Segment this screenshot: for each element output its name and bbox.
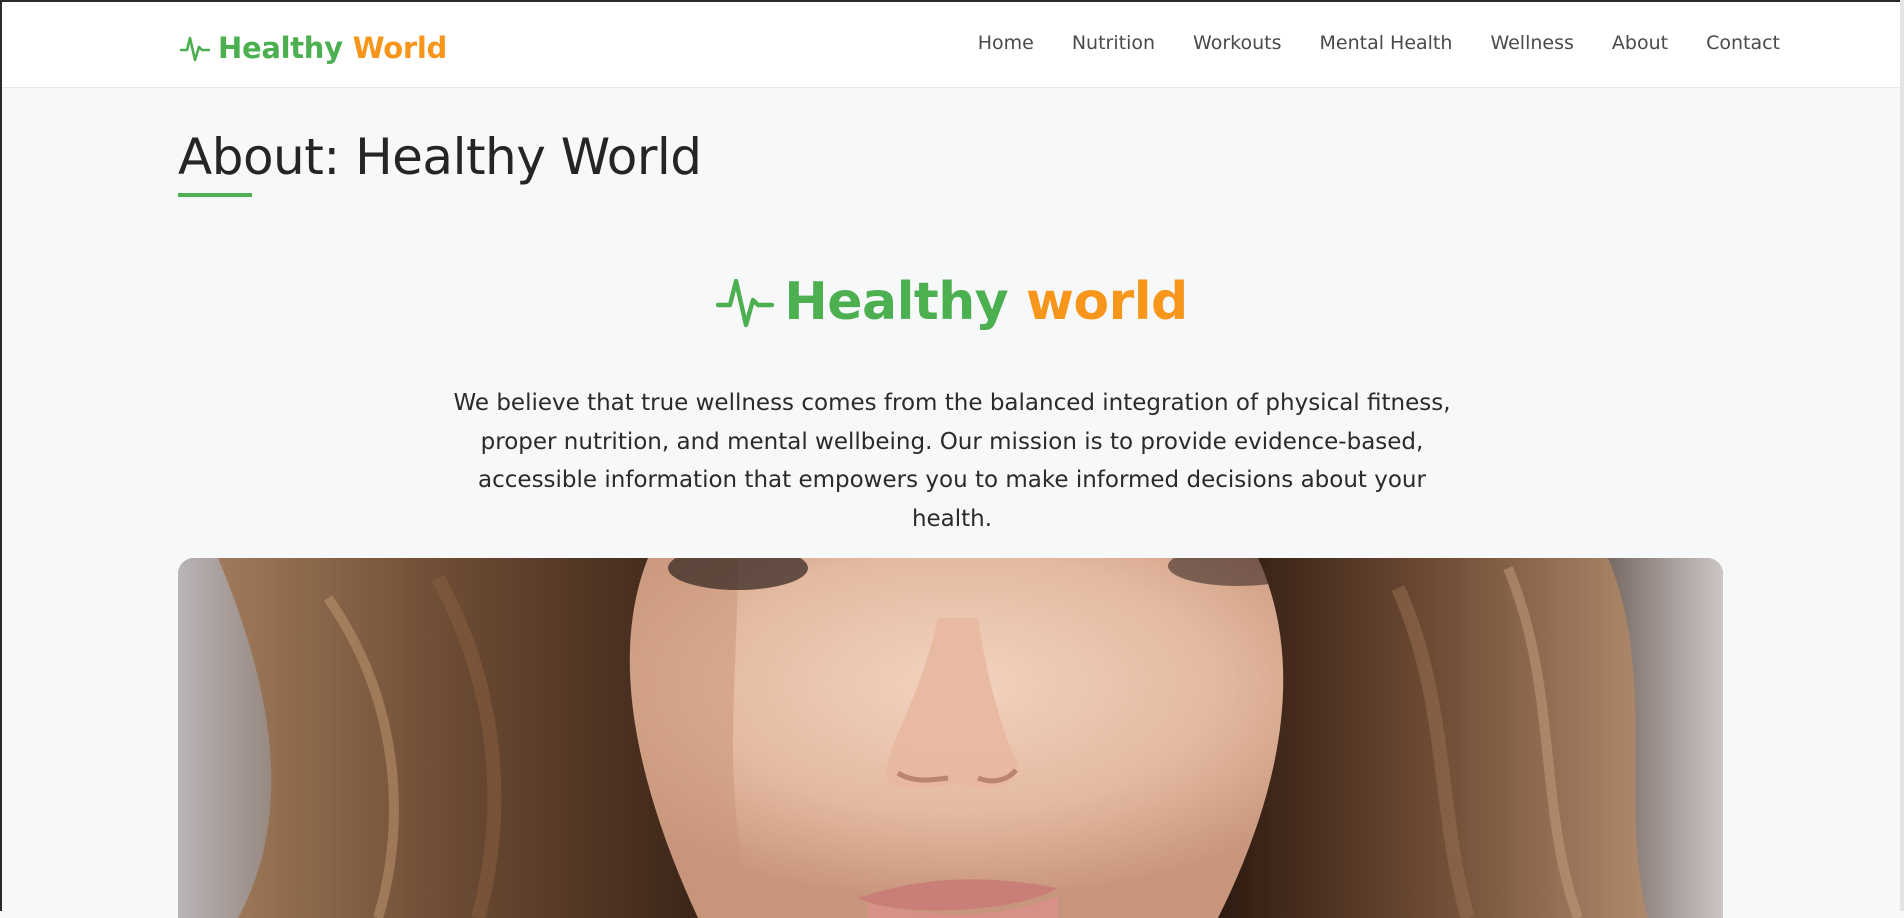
hero-word-world: world (1025, 272, 1188, 332)
nav-item-wellness[interactable]: Wellness (1471, 30, 1592, 56)
nav-item-nutrition[interactable]: Nutrition (1053, 30, 1174, 56)
heartbeat-icon (179, 33, 211, 63)
hero-logo-text: Healthy world (784, 272, 1188, 332)
nav-item-home[interactable]: Home (959, 30, 1053, 56)
nav-item-mental-health[interactable]: Mental Health (1301, 30, 1472, 56)
scrollbar[interactable] (1900, 0, 1904, 911)
brand-word-healthy: Healthy (218, 31, 343, 65)
mission-statement: We believe that true wellness comes from… (453, 390, 1451, 532)
main-nav: Home Nutrition Workouts Mental Health We… (959, 30, 1780, 56)
woman-portrait-photo (178, 558, 1723, 918)
nav-item-about[interactable]: About (1593, 30, 1687, 56)
brand-word-world: World (352, 31, 448, 65)
title-underline (178, 193, 252, 197)
page-title: About: Healthy World (178, 128, 702, 186)
nav-item-contact[interactable]: Contact (1687, 30, 1780, 56)
heartbeat-icon (716, 273, 775, 331)
brand-logo-link[interactable]: Healthy World (179, 26, 447, 70)
site-header: Healthy World Home Nutrition Workouts Me… (2, 2, 1900, 88)
hero-logo: Healthy world (0, 272, 1904, 332)
hero-word-healthy: Healthy (784, 272, 1009, 332)
brand-name: Healthy World (218, 31, 447, 65)
nav-item-workouts[interactable]: Workouts (1174, 30, 1300, 56)
